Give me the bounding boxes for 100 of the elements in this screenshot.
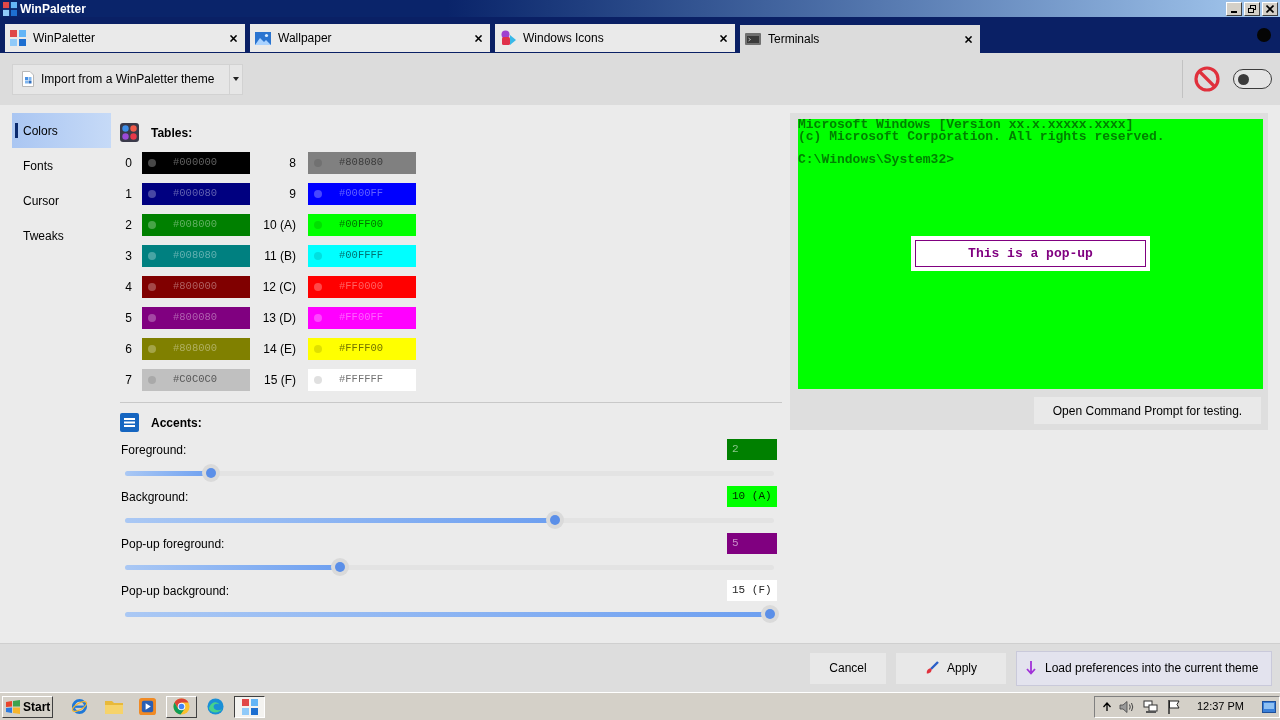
prohibited-icon[interactable] bbox=[1194, 66, 1220, 92]
slider-thumb[interactable] bbox=[201, 464, 220, 482]
color-index: 3 bbox=[124, 248, 132, 265]
dot-icon bbox=[148, 190, 156, 198]
color-swatch[interactable]: #000000 bbox=[142, 152, 250, 174]
color-index: 4 bbox=[124, 279, 132, 296]
color-index: 0 bbox=[124, 155, 132, 172]
color-swatch[interactable]: #800000 bbox=[142, 276, 250, 298]
toggle-switch[interactable] bbox=[1233, 69, 1272, 89]
color-index: 1 bbox=[124, 186, 132, 203]
cancel-button[interactable]: Cancel bbox=[810, 652, 886, 684]
tab[interactable]: Terminals bbox=[740, 25, 980, 53]
color-index: 14 (E) bbox=[262, 341, 296, 358]
close-button[interactable] bbox=[1262, 1, 1278, 16]
color-index: 6 bbox=[124, 341, 132, 358]
accent-label: Background: bbox=[121, 488, 189, 506]
taskbar-clock[interactable]: 12:37 PM bbox=[1196, 698, 1244, 715]
brush-icon bbox=[925, 661, 939, 675]
color-swatch[interactable]: #FFFF00 bbox=[308, 338, 416, 360]
color-index: 11 (B) bbox=[263, 248, 296, 265]
up-arrow-icon[interactable] bbox=[1102, 701, 1111, 712]
browser-icon bbox=[71, 698, 88, 715]
import-button[interactable]: Import from a WinPaletter theme bbox=[12, 63, 230, 95]
tab[interactable]: WinPaletter bbox=[5, 24, 245, 52]
dot-icon bbox=[314, 376, 322, 384]
open-command-prompt-button[interactable]: Open Command Prompt for testing. bbox=[1034, 397, 1261, 424]
accent-value[interactable]: 10 (A) bbox=[727, 486, 777, 507]
accent-value[interactable]: 5 bbox=[727, 533, 777, 554]
flag-icon[interactable] bbox=[1166, 699, 1181, 714]
accent-label: Pop-up background: bbox=[121, 582, 230, 600]
picture-icon bbox=[255, 31, 271, 45]
color-index: 2 bbox=[124, 217, 132, 234]
color-index: 12 (C) bbox=[261, 279, 296, 296]
tab[interactable]: Windows Icons bbox=[495, 24, 735, 52]
terminal-prompt: C:\Windows\System32> bbox=[798, 154, 955, 166]
sidebar-item[interactable]: Tweaks bbox=[12, 218, 111, 253]
dot-icon bbox=[314, 283, 322, 291]
color-swatch[interactable]: #00FF00 bbox=[308, 214, 416, 236]
popup-text: This is a pop-up bbox=[915, 240, 1146, 267]
color-swatch[interactable]: #000080 bbox=[142, 183, 250, 205]
load-preferences-button[interactable]: Load preferences into the current theme bbox=[1016, 650, 1272, 686]
color-swatch[interactable]: #800080 bbox=[142, 307, 250, 329]
color-index: 8 bbox=[288, 155, 296, 172]
restore-icon bbox=[1248, 4, 1256, 13]
color-swatch[interactable]: #FFFFFF bbox=[308, 369, 416, 391]
minimize-button[interactable] bbox=[1226, 1, 1242, 16]
browser-icon bbox=[173, 698, 190, 715]
section-title: Tables: bbox=[151, 124, 193, 142]
color-index: 7 bbox=[124, 372, 132, 389]
dot-icon bbox=[314, 190, 322, 198]
sidebar-item[interactable]: Cursor bbox=[12, 183, 111, 218]
sidebar-item[interactable]: Fonts bbox=[12, 148, 111, 183]
apply-button[interactable]: Apply bbox=[896, 652, 1006, 684]
sidebar-item[interactable]: Colors bbox=[12, 113, 111, 148]
dropdown-button[interactable] bbox=[230, 63, 243, 95]
dot-icon bbox=[148, 314, 156, 322]
section-title: Accents: bbox=[151, 414, 202, 432]
terminal-icon bbox=[745, 33, 761, 45]
shapes-icon bbox=[500, 30, 516, 46]
color-swatch[interactable]: #00FFFF bbox=[308, 245, 416, 267]
caret-down-icon bbox=[233, 77, 239, 81]
app-logo-icon bbox=[10, 30, 26, 46]
document-icon bbox=[22, 71, 34, 87]
accent-value[interactable]: 2 bbox=[727, 439, 777, 460]
minimize-icon bbox=[1231, 10, 1237, 13]
color-swatch[interactable]: #C0C0C0 bbox=[142, 369, 250, 391]
close-icon[interactable] bbox=[720, 34, 727, 42]
taskbar-button[interactable] bbox=[234, 695, 265, 718]
accent-value[interactable]: 15 (F) bbox=[727, 580, 777, 601]
close-icon bbox=[1266, 4, 1274, 13]
close-icon[interactable] bbox=[230, 34, 237, 42]
palette-icon bbox=[120, 123, 139, 142]
color-index: 10 (A) bbox=[262, 217, 296, 234]
start-button[interactable]: Start bbox=[2, 695, 53, 718]
color-index: 15 (F) bbox=[263, 372, 296, 389]
terminal-line: Microsoft Windows [Version xx.x.xxxxx.xxxx] bbox=[798, 119, 1134, 131]
dot-icon bbox=[148, 345, 156, 353]
color-swatch[interactable]: #808080 bbox=[308, 152, 416, 174]
color-index: 9 bbox=[288, 186, 296, 203]
dot-icon bbox=[314, 252, 322, 260]
start-logo-icon bbox=[5, 699, 21, 714]
media-player-icon bbox=[139, 698, 156, 715]
app-logo-icon bbox=[241, 698, 258, 715]
slider-thumb[interactable] bbox=[761, 605, 779, 623]
slider-thumb[interactable] bbox=[546, 511, 565, 529]
close-icon[interactable] bbox=[475, 34, 482, 42]
browser-icon bbox=[207, 698, 224, 715]
color-index: 13 (D) bbox=[261, 310, 296, 327]
dot-icon bbox=[314, 314, 322, 322]
slider-thumb[interactable] bbox=[330, 558, 349, 576]
network-icon[interactable] bbox=[1142, 699, 1159, 714]
dot-icon bbox=[148, 283, 156, 291]
speaker-icon[interactable] bbox=[1118, 699, 1135, 714]
tab[interactable]: Wallpaper bbox=[250, 24, 490, 52]
down-arrow-icon bbox=[1026, 661, 1036, 675]
color-index: 5 bbox=[124, 310, 132, 327]
close-icon[interactable] bbox=[965, 35, 972, 43]
desktop-icon[interactable] bbox=[1262, 700, 1276, 713]
restore-button[interactable] bbox=[1244, 1, 1260, 16]
dot-icon bbox=[148, 221, 156, 229]
